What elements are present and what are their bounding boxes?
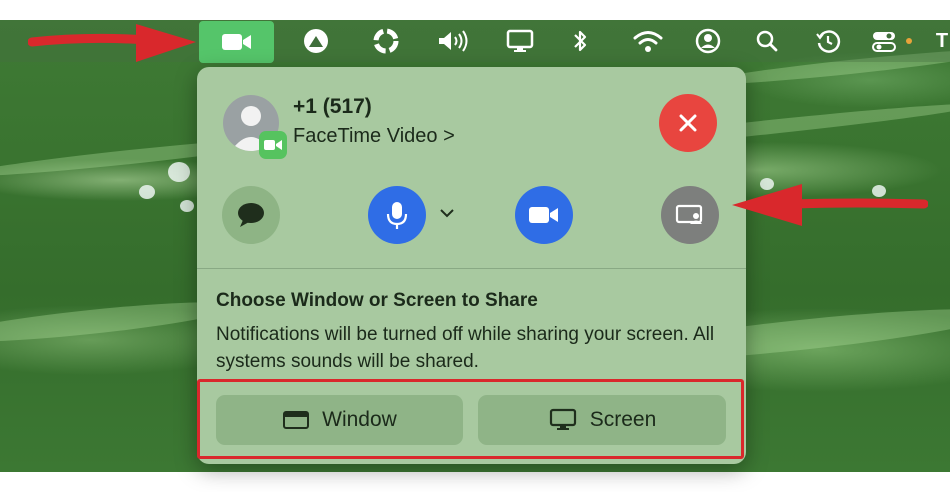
menubar-airplay[interactable] xyxy=(298,20,334,62)
facetime-video-link[interactable]: FaceTime Video > xyxy=(293,125,455,148)
volume-icon xyxy=(439,30,468,52)
sync-circle-icon xyxy=(373,28,399,54)
time-machine-icon xyxy=(816,30,841,53)
video-button[interactable] xyxy=(515,186,573,244)
menubar-facetime-button[interactable] xyxy=(199,21,274,63)
user-account-icon xyxy=(695,28,721,54)
screen-share-button[interactable] xyxy=(661,186,719,244)
menubar-user[interactable] xyxy=(692,20,724,62)
annotation-arrow-right xyxy=(28,24,196,62)
end-call-button[interactable] xyxy=(659,94,717,152)
bluetooth-icon xyxy=(574,30,587,52)
annotation-highlight-box xyxy=(197,379,744,459)
menubar-bluetooth[interactable] xyxy=(566,20,594,62)
facetime-video-icon xyxy=(264,140,282,150)
message-bubble-icon xyxy=(238,203,264,227)
menubar-wifi[interactable] xyxy=(628,20,668,62)
status-dot xyxy=(906,38,912,44)
airplay-icon xyxy=(304,29,328,53)
share-description: Notifications will be turned off while s… xyxy=(216,324,715,372)
dew-drop xyxy=(139,185,155,199)
close-icon xyxy=(679,114,697,132)
menubar-search[interactable] xyxy=(752,20,782,62)
search-icon xyxy=(756,30,778,52)
wifi-icon xyxy=(633,31,663,52)
menubar-volume[interactable] xyxy=(434,20,474,62)
dew-drop xyxy=(180,200,194,212)
chevron-down-icon[interactable] xyxy=(439,207,455,219)
menubar-sync[interactable] xyxy=(368,20,404,62)
screen-share-icon xyxy=(675,204,703,224)
panel-divider xyxy=(197,268,746,269)
facetime-badge xyxy=(259,131,287,159)
annotation-arrow-left xyxy=(732,184,928,226)
facetime-video-icon xyxy=(221,34,251,50)
menubar-display[interactable] xyxy=(502,20,538,62)
menubar-control-center[interactable] xyxy=(868,20,900,62)
messages-button[interactable] xyxy=(222,186,280,244)
menubar-time-machine[interactable] xyxy=(812,20,844,62)
control-center-icon xyxy=(872,32,896,52)
microphone-icon xyxy=(386,202,408,229)
caller-number: +1 (517) xyxy=(293,95,372,118)
menubar-indicator-dot xyxy=(904,20,914,62)
display-icon xyxy=(506,29,534,52)
share-title: Choose Window or Screen to Share xyxy=(216,290,538,311)
menubar-trailing-text[interactable]: T xyxy=(934,20,950,62)
dew-drop xyxy=(168,162,190,182)
video-camera-icon xyxy=(529,207,558,223)
microphone-button[interactable] xyxy=(368,186,426,244)
